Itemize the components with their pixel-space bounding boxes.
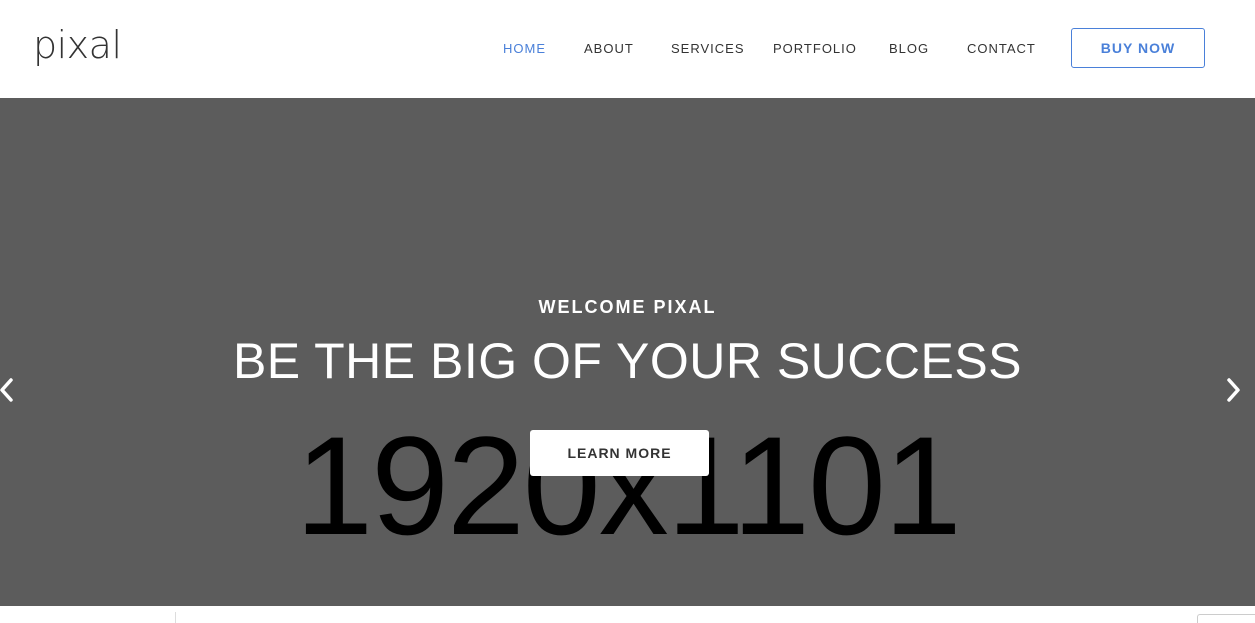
nav-item-about[interactable]: ABOUT bbox=[584, 40, 634, 58]
section-divider bbox=[175, 612, 176, 623]
nav-item-blog[interactable]: BLOG bbox=[889, 40, 929, 58]
chevron-right-icon bbox=[1227, 378, 1240, 402]
nav-item-portfolio[interactable]: PORTFOLIO bbox=[773, 40, 857, 58]
nav-item-home[interactable]: HOME bbox=[503, 40, 546, 58]
hero-subtitle: WELCOME PIXAL bbox=[538, 297, 717, 317]
nav-item-contact[interactable]: CONTACT bbox=[967, 40, 1036, 58]
learn-more-button[interactable]: LEARN MORE bbox=[530, 430, 709, 476]
chevron-left-icon bbox=[0, 378, 13, 402]
slider-prev-button[interactable] bbox=[0, 374, 20, 406]
nav-item-services[interactable]: SERVICES bbox=[671, 40, 745, 58]
below-hero-section bbox=[0, 606, 1255, 623]
slider-next-button[interactable] bbox=[1220, 374, 1246, 406]
site-header: pixal HOME ABOUT SERVICES PORTFOLIO BLOG… bbox=[0, 0, 1255, 98]
logo[interactable]: pixal bbox=[33, 22, 122, 68]
corner-box bbox=[1197, 614, 1255, 623]
page: pixal HOME ABOUT SERVICES PORTFOLIO BLOG… bbox=[0, 0, 1255, 623]
hero-title: BE THE BIG OF YOUR SUCCESS bbox=[232, 333, 1023, 389]
hero-slider: 1920x1101 WELCOME PIXAL BE THE BIG OF YO… bbox=[0, 98, 1255, 606]
buy-now-button[interactable]: BUY NOW bbox=[1071, 28, 1205, 68]
